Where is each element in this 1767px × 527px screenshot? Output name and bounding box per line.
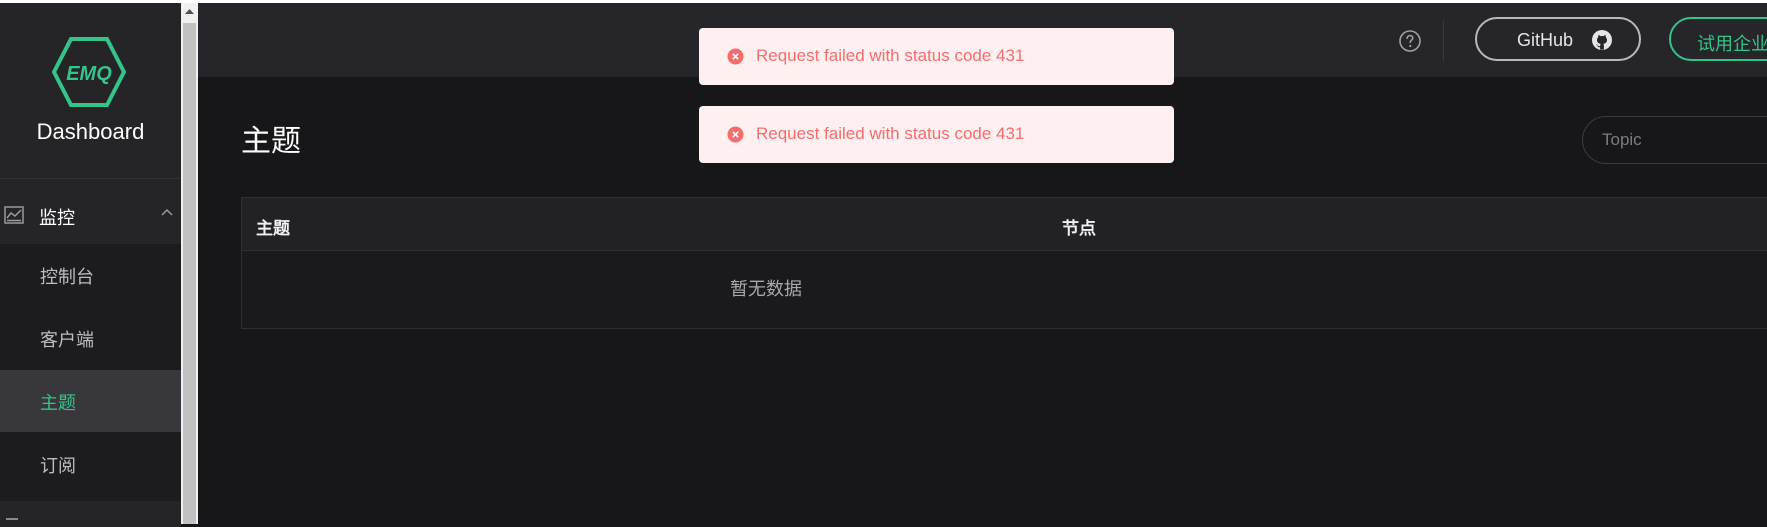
sidebar-scrollbar[interactable]: [181, 3, 198, 524]
column-header-node[interactable]: 节点: [1062, 214, 1096, 239]
menu-group-label: 监控: [39, 208, 75, 228]
logo-text: EMQ: [66, 63, 112, 85]
toast-message: Request failed with status code 431: [756, 46, 1025, 65]
sidebar-item-clients[interactable]: 客户端: [0, 307, 181, 369]
scroll-up-arrow-icon[interactable]: [181, 3, 198, 21]
github-button[interactable]: GitHub: [1475, 17, 1641, 61]
sidebar-item-topics[interactable]: 主题: [0, 370, 181, 432]
trial-button-label: 试用企业版: [1697, 34, 1767, 54]
chart-icon: [4, 206, 24, 224]
sidebar-item-label: 订阅: [40, 456, 76, 476]
error-toast: Request failed with status code 431: [699, 28, 1174, 85]
empty-state-text: 暂无数据: [730, 279, 802, 299]
sidebar-item-label: 控制台: [40, 267, 94, 287]
error-toast: Request failed with status code 431: [699, 106, 1174, 163]
submenu: 控制台 客户端 主题 订阅: [0, 244, 181, 501]
sidebar-item-console[interactable]: 控制台: [0, 244, 181, 306]
page-title: 主题: [241, 125, 301, 158]
error-circle-icon: [727, 48, 744, 65]
scrollbar-thumb[interactable]: [183, 23, 196, 524]
sidebar-item-label: 主题: [40, 393, 76, 413]
menu-icon-partial: [6, 518, 18, 520]
trial-enterprise-button[interactable]: 试用企业版: [1669, 17, 1767, 61]
chevron-up-icon: [161, 208, 173, 216]
menu-group-next[interactable]: [0, 501, 181, 527]
divider: [0, 178, 181, 179]
question-circle-icon[interactable]: [1398, 29, 1422, 53]
column-header-topic[interactable]: 主题: [256, 214, 290, 239]
github-button-label: GitHub: [1517, 30, 1574, 50]
brand-name: Dashboard: [36, 119, 145, 144]
github-icon: [1592, 30, 1612, 50]
topic-search-input[interactable]: [1582, 116, 1767, 164]
menu-group-monitor[interactable]: 监控: [0, 188, 181, 244]
sidebar-item-subscriptions[interactable]: 订阅: [0, 433, 181, 495]
sidebar: EMQ Dashboard 监控 控制台 客户端 主题 订阅: [0, 3, 181, 527]
header-divider: [1443, 21, 1444, 61]
error-circle-icon: [727, 126, 744, 143]
emq-logo-icon: EMQ: [52, 37, 126, 107]
sidebar-item-label: 客户端: [40, 330, 94, 350]
table-header: 主题 节点: [242, 198, 1767, 251]
toast-message: Request failed with status code 431: [756, 124, 1025, 143]
topics-table: 主题 节点 暂无数据: [241, 197, 1767, 329]
logo-area[interactable]: EMQ Dashboard: [0, 3, 181, 179]
